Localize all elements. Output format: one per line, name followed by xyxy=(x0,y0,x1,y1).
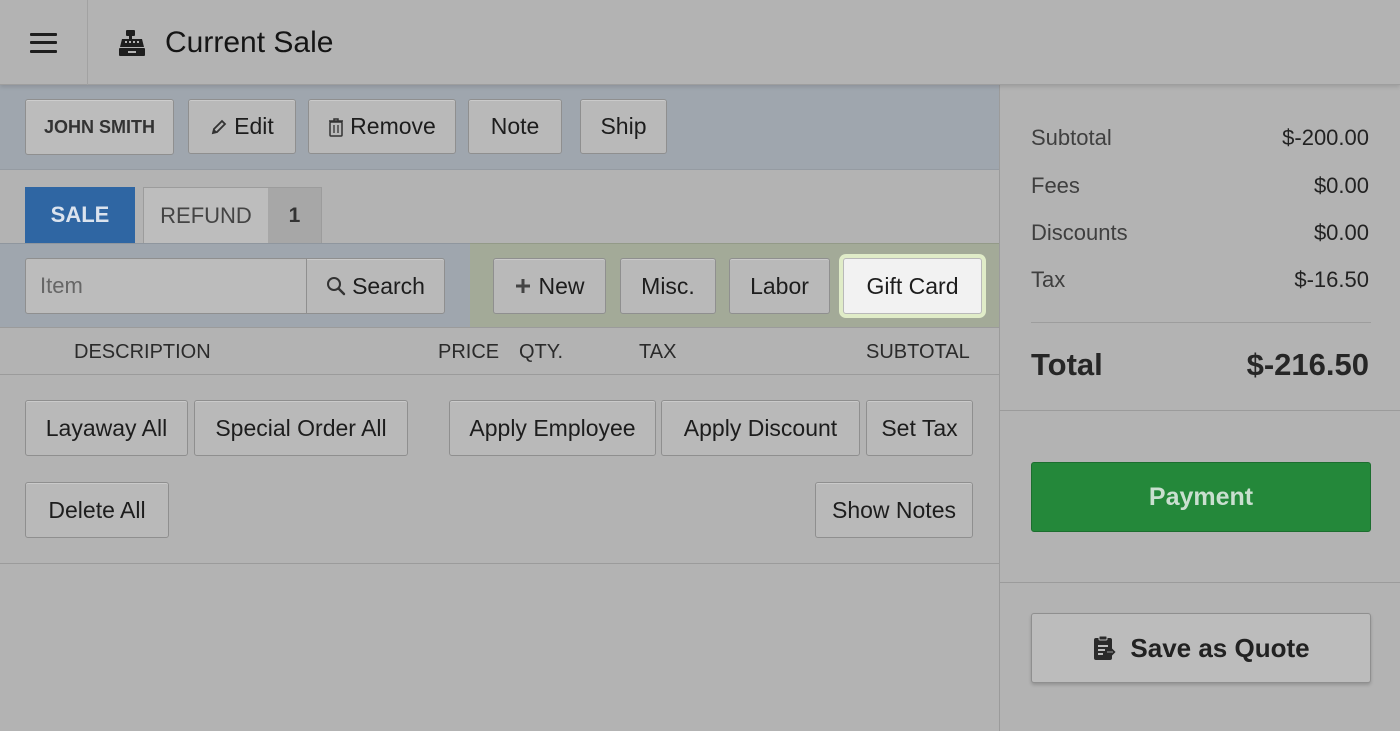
subtotal-row: Subtotal $-200.00 xyxy=(1031,125,1369,151)
labor-button[interactable]: Labor xyxy=(729,258,830,314)
special-order-all-button[interactable]: Special Order All xyxy=(194,400,408,456)
layaway-all-button[interactable]: Layaway All xyxy=(25,400,188,456)
tax-value: $-16.50 xyxy=(1294,267,1369,292)
discounts-value: $0.00 xyxy=(1313,220,1369,245)
search-label: Search xyxy=(352,272,425,299)
fees-row: Fees $0.00 xyxy=(1031,173,1369,199)
fees-label: Fees xyxy=(1031,173,1080,198)
edit-label: Edit xyxy=(234,113,274,139)
column-description: DESCRIPTION xyxy=(74,341,211,363)
item-search-input[interactable] xyxy=(25,258,307,314)
menu-button[interactable] xyxy=(0,0,88,85)
top-bar: Current Sale xyxy=(0,0,1400,85)
total-label: Total xyxy=(1031,347,1103,382)
sale-panel: JOHN SMITH Edit Remove Note Ship SALE RE… xyxy=(0,85,999,731)
save-as-quote-button[interactable]: Save as Quote xyxy=(1031,613,1371,683)
payment-button[interactable]: Payment xyxy=(1031,462,1371,532)
tax-label: Tax xyxy=(1031,267,1066,292)
payment-divider xyxy=(1000,582,1400,583)
cash-register-icon xyxy=(119,29,145,56)
discounts-label: Discounts xyxy=(1031,220,1128,245)
remove-customer-button[interactable]: Remove xyxy=(308,99,456,154)
refund-label: REFUND xyxy=(160,202,252,228)
show-notes-button[interactable]: Show Notes xyxy=(815,482,973,538)
apply-discount-button[interactable]: Apply Discount xyxy=(661,400,860,456)
new-label: New xyxy=(538,272,585,299)
page-title: Current Sale xyxy=(165,25,334,59)
pencil-icon xyxy=(210,118,228,136)
column-subtotal: SUBTOTAL xyxy=(866,341,970,363)
new-item-button[interactable]: New xyxy=(493,258,606,314)
plus-icon xyxy=(514,277,532,295)
total-row: Total $-216.50 xyxy=(1031,347,1369,383)
set-tax-button[interactable]: Set Tax xyxy=(866,400,973,456)
apply-employee-button[interactable]: Apply Employee xyxy=(449,400,656,456)
column-tax: TAX xyxy=(639,341,677,363)
column-qty: QTY. xyxy=(519,341,564,363)
note-button[interactable]: Note xyxy=(468,99,562,154)
fees-value: $0.00 xyxy=(1313,173,1369,198)
gift-card-button[interactable]: Gift Card xyxy=(843,258,982,314)
add-item-bar: New Misc. Labor Gift Card xyxy=(470,243,999,327)
line-actions: Layaway All Special Order All Apply Empl… xyxy=(0,375,999,564)
title-area: Current Sale xyxy=(117,0,333,85)
subtotal-value: $-200.00 xyxy=(1282,125,1369,150)
remove-label: Remove xyxy=(350,113,436,139)
summary-divider xyxy=(1031,322,1371,323)
ship-button[interactable]: Ship xyxy=(580,99,667,154)
tab-sale[interactable]: SALE xyxy=(25,187,135,243)
delete-all-button[interactable]: Delete All xyxy=(25,482,169,538)
tax-row: Tax $-16.50 xyxy=(1031,267,1369,293)
line-items-header: DESCRIPTION PRICE QTY. TAX SUBTOTAL xyxy=(0,327,999,375)
refund-count-badge: 1 xyxy=(268,188,321,243)
discounts-row: Discounts $0.00 xyxy=(1031,220,1369,246)
hamburger-icon xyxy=(30,32,57,53)
item-search-bar: Search xyxy=(0,243,470,327)
summary-bottom-divider xyxy=(1000,410,1400,411)
search-icon xyxy=(326,276,346,296)
misc-item-button[interactable]: Misc. xyxy=(620,258,716,314)
total-value: $-216.50 xyxy=(1246,347,1369,382)
column-price: PRICE xyxy=(438,341,500,363)
customer-bar: JOHN SMITH Edit Remove Note Ship xyxy=(0,85,999,170)
trash-icon xyxy=(328,117,344,137)
sale-summary-panel: Subtotal $-200.00 Fees $0.00 Discounts $… xyxy=(999,85,1400,731)
customer-name-button[interactable]: JOHN SMITH xyxy=(25,99,174,155)
clipboard-icon xyxy=(1092,635,1116,661)
save-as-quote-label: Save as Quote xyxy=(1130,632,1310,663)
sale-refund-tabs: SALE REFUND 1 xyxy=(0,171,999,243)
edit-customer-button[interactable]: Edit xyxy=(188,99,296,154)
search-button[interactable]: Search xyxy=(306,258,445,314)
tab-refund[interactable]: REFUND 1 xyxy=(143,187,322,243)
subtotal-label: Subtotal xyxy=(1031,125,1112,150)
